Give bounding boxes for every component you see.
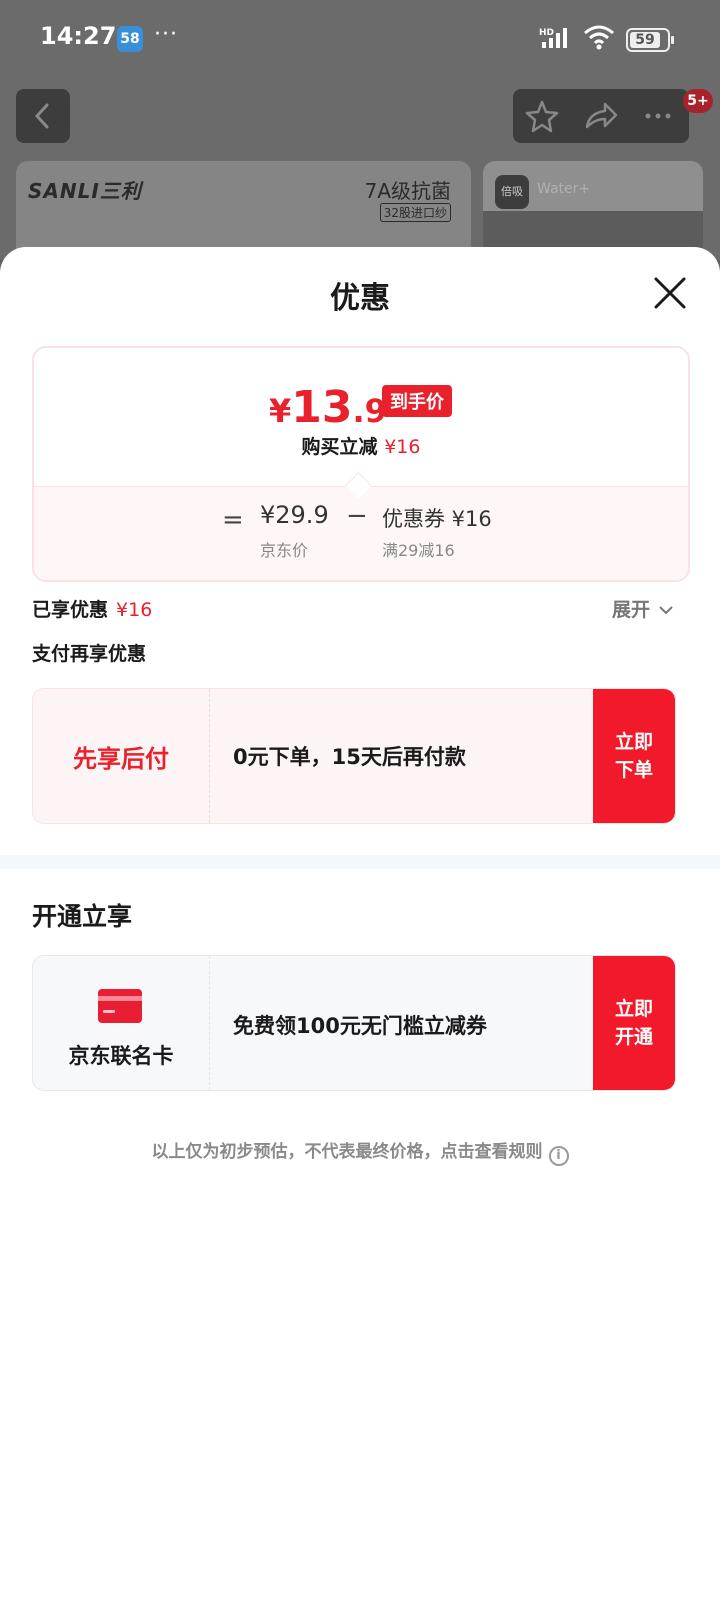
minus-sign: − (346, 501, 368, 531)
chevron-down-icon (658, 606, 673, 615)
side-brand-logo: 倍吸 (495, 175, 529, 209)
product-card: SANLI三利 7A级抗菌 32股进口纱 (16, 161, 471, 261)
disclaimer-text: 以上仅为初步预估，不代表最终价格，点击查看规则 (151, 1142, 543, 1162)
side-brand-text: Water+ (537, 181, 591, 197)
final-price: ¥13.9 (269, 382, 387, 433)
reduce-value: ¥16 (384, 436, 421, 458)
battery-level: 59 (630, 32, 660, 48)
enjoyed-discount: 已享优惠 ¥16 (32, 595, 152, 622)
final-price-badge: 到手价 (382, 385, 452, 417)
info-icon[interactable]: i (548, 1146, 569, 1166)
equals-sign: = (222, 505, 244, 535)
side-product-card: 倍吸 Water+ (483, 161, 703, 261)
reduce-label: 购买立减 (301, 436, 378, 458)
open-section-title: 开通立享 (32, 902, 133, 931)
close-icon[interactable] (650, 273, 690, 313)
pay-later-left: 先享后付 (33, 689, 210, 823)
brand-logo: SANLI三利 (28, 179, 142, 203)
notification-badge: 5+ (683, 89, 713, 113)
app-58-icon: 58 (117, 26, 143, 52)
price-yen: ¥ (269, 392, 292, 430)
section-divider (0, 855, 720, 869)
chevron-left-icon (34, 103, 49, 129)
pay-later-card[interactable]: 先享后付 0元下单，15天后再付款 立即下单 (32, 688, 676, 824)
back-button[interactable] (16, 89, 70, 143)
status-bar: 14:27 58 ··· HD 59 (0, 0, 720, 80)
pay-later-desc: 0元下单，15天后再付款 (233, 745, 466, 769)
product-title: 7A级抗菌 (364, 179, 451, 203)
jd-card-label: 京东联名卡 (68, 1044, 174, 1068)
jd-card-desc: 免费领100元无门槛立减券 (233, 1014, 487, 1038)
star-icon[interactable] (513, 89, 571, 143)
jd-card-left: 京东联名卡 (33, 956, 210, 1090)
enjoyed-label: 已享优惠 (32, 599, 109, 621)
price-formula: = ¥29.9 京东价 − 优惠券 ¥16 满29减16 (34, 486, 688, 580)
status-more-dots: ··· (154, 22, 178, 47)
signal-icon (542, 28, 567, 48)
battery-icon: 59 (626, 28, 674, 52)
enjoyed-value: ¥16 (116, 599, 153, 621)
jd-price-label: 京东价 (260, 541, 309, 560)
share-icon[interactable] (571, 89, 629, 143)
disclaimer[interactable]: 以上仅为初步预估，不代表最终价格，点击查看规则 i (0, 1137, 720, 1166)
wifi-icon (584, 25, 614, 50)
product-tag: 32股进口纱 (379, 203, 451, 222)
discount-sheet: 优惠 ¥13.9 到手价 购买立减 ¥16 = ¥29.9 京东价 − 优惠券 … (0, 247, 720, 1600)
pay-more-title: 支付再享优惠 (32, 643, 147, 665)
status-time: 14:27 (40, 22, 117, 50)
top-action-bar (513, 89, 689, 143)
order-now-label: 立即下单 (614, 731, 653, 781)
pay-later-label: 先享后付 (73, 745, 169, 773)
expand-label: 展开 (612, 599, 651, 621)
open-now-label: 立即开通 (614, 998, 653, 1048)
jd-card-offer[interactable]: 京东联名卡 免费领100元无门槛立减券 立即开通 (32, 955, 676, 1091)
credit-card-icon (98, 989, 142, 1023)
coupon-condition: 满29减16 (382, 541, 455, 560)
coupon-value: 优惠券 ¥16 (382, 507, 492, 531)
price-summary-box: ¥13.9 到手价 购买立减 ¥16 = ¥29.9 京东价 − 优惠券 ¥16… (32, 346, 690, 582)
purchase-reduce-line: 购买立减 ¥16 (34, 432, 688, 459)
more-icon[interactable] (629, 89, 687, 143)
sheet-title: 优惠 (330, 281, 390, 316)
expand-button[interactable]: 展开 (612, 595, 675, 622)
open-now-button[interactable]: 立即开通 (593, 956, 675, 1090)
order-now-button[interactable]: 立即下单 (593, 689, 675, 823)
price-integer: 13 (291, 382, 353, 433)
jd-price-value: ¥29.9 (260, 501, 329, 529)
price-top: ¥13.9 到手价 购买立减 ¥16 (34, 348, 688, 486)
